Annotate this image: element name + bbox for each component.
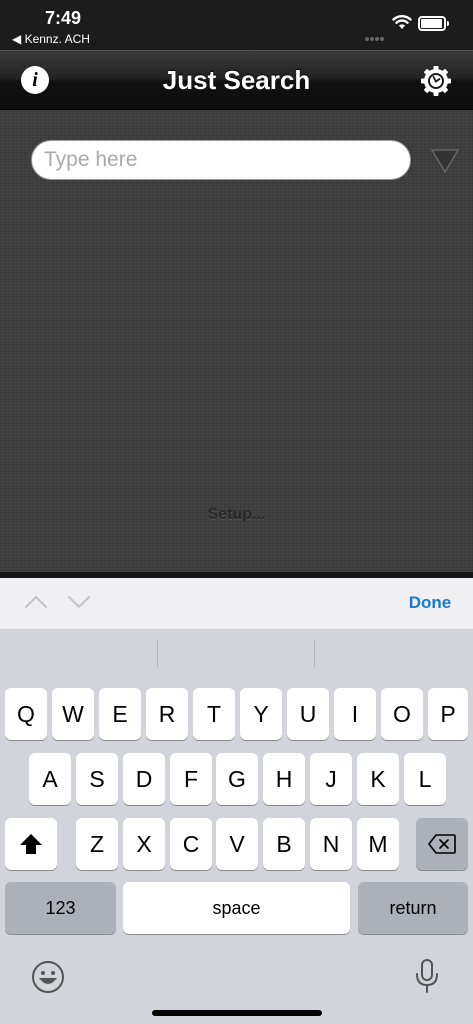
key-l[interactable]: L	[404, 753, 446, 805]
key-w[interactable]: W	[52, 688, 94, 740]
setup-label[interactable]: Setup...	[0, 506, 473, 524]
status-time: 7:49	[45, 8, 82, 28]
battery-icon	[418, 16, 449, 31]
backspace-key[interactable]	[416, 818, 468, 870]
key-s[interactable]: S	[76, 753, 118, 805]
key-f[interactable]: F	[170, 753, 212, 805]
chevron-up-icon[interactable]	[24, 594, 48, 610]
main-content: Setup...	[0, 110, 473, 572]
key-b[interactable]: B	[263, 818, 305, 870]
key-j[interactable]: J	[310, 753, 352, 805]
return-key[interactable]: return	[358, 882, 468, 934]
suggestion-divider	[314, 640, 315, 668]
key-e[interactable]: E	[99, 688, 141, 740]
dropdown-triangle-icon[interactable]	[430, 148, 460, 174]
key-k[interactable]: K	[357, 753, 399, 805]
key-c[interactable]: C	[170, 818, 212, 870]
wifi-icon	[392, 15, 412, 29]
keyboard-toolbar: Done	[0, 578, 473, 630]
keyboard: Q W E R T Y U I O P A S D F G H J K L Z …	[0, 630, 473, 1024]
key-v[interactable]: V	[216, 818, 258, 870]
key-o[interactable]: O	[381, 688, 423, 740]
numbers-key[interactable]: 123	[5, 882, 116, 934]
key-q[interactable]: Q	[5, 688, 47, 740]
signal-icon	[365, 28, 385, 46]
key-z[interactable]: Z	[76, 818, 118, 870]
chevron-down-icon[interactable]	[67, 594, 91, 610]
home-indicator[interactable]	[152, 1010, 322, 1016]
key-n[interactable]: N	[310, 818, 352, 870]
key-y[interactable]: Y	[240, 688, 282, 740]
emoji-icon[interactable]	[31, 960, 65, 994]
nav-bar: i Just Search	[0, 50, 473, 110]
key-g[interactable]: G	[216, 753, 258, 805]
key-i[interactable]: I	[334, 688, 376, 740]
status-bar: 7:49 ◀ Kennz. ACH	[0, 0, 473, 50]
key-a[interactable]: A	[29, 753, 71, 805]
key-r[interactable]: R	[146, 688, 188, 740]
key-x[interactable]: X	[123, 818, 165, 870]
space-key[interactable]: space	[123, 882, 350, 934]
key-d[interactable]: D	[123, 753, 165, 805]
done-button[interactable]: Done	[400, 593, 460, 613]
microphone-icon[interactable]	[413, 958, 441, 994]
shift-key[interactable]	[5, 818, 57, 870]
search-input[interactable]	[31, 140, 411, 180]
key-u[interactable]: U	[287, 688, 329, 740]
key-m[interactable]: M	[357, 818, 399, 870]
page-title: Just Search	[162, 65, 311, 95]
key-p[interactable]: P	[428, 688, 468, 740]
key-h[interactable]: H	[263, 753, 305, 805]
suggestion-divider	[157, 640, 158, 668]
key-t[interactable]: T	[193, 688, 235, 740]
settings-gear-icon[interactable]	[419, 64, 453, 98]
backspace-icon	[428, 834, 456, 854]
shift-icon	[20, 834, 42, 854]
back-to-app-link[interactable]: ◀ Kennz. ACH	[12, 32, 90, 46]
